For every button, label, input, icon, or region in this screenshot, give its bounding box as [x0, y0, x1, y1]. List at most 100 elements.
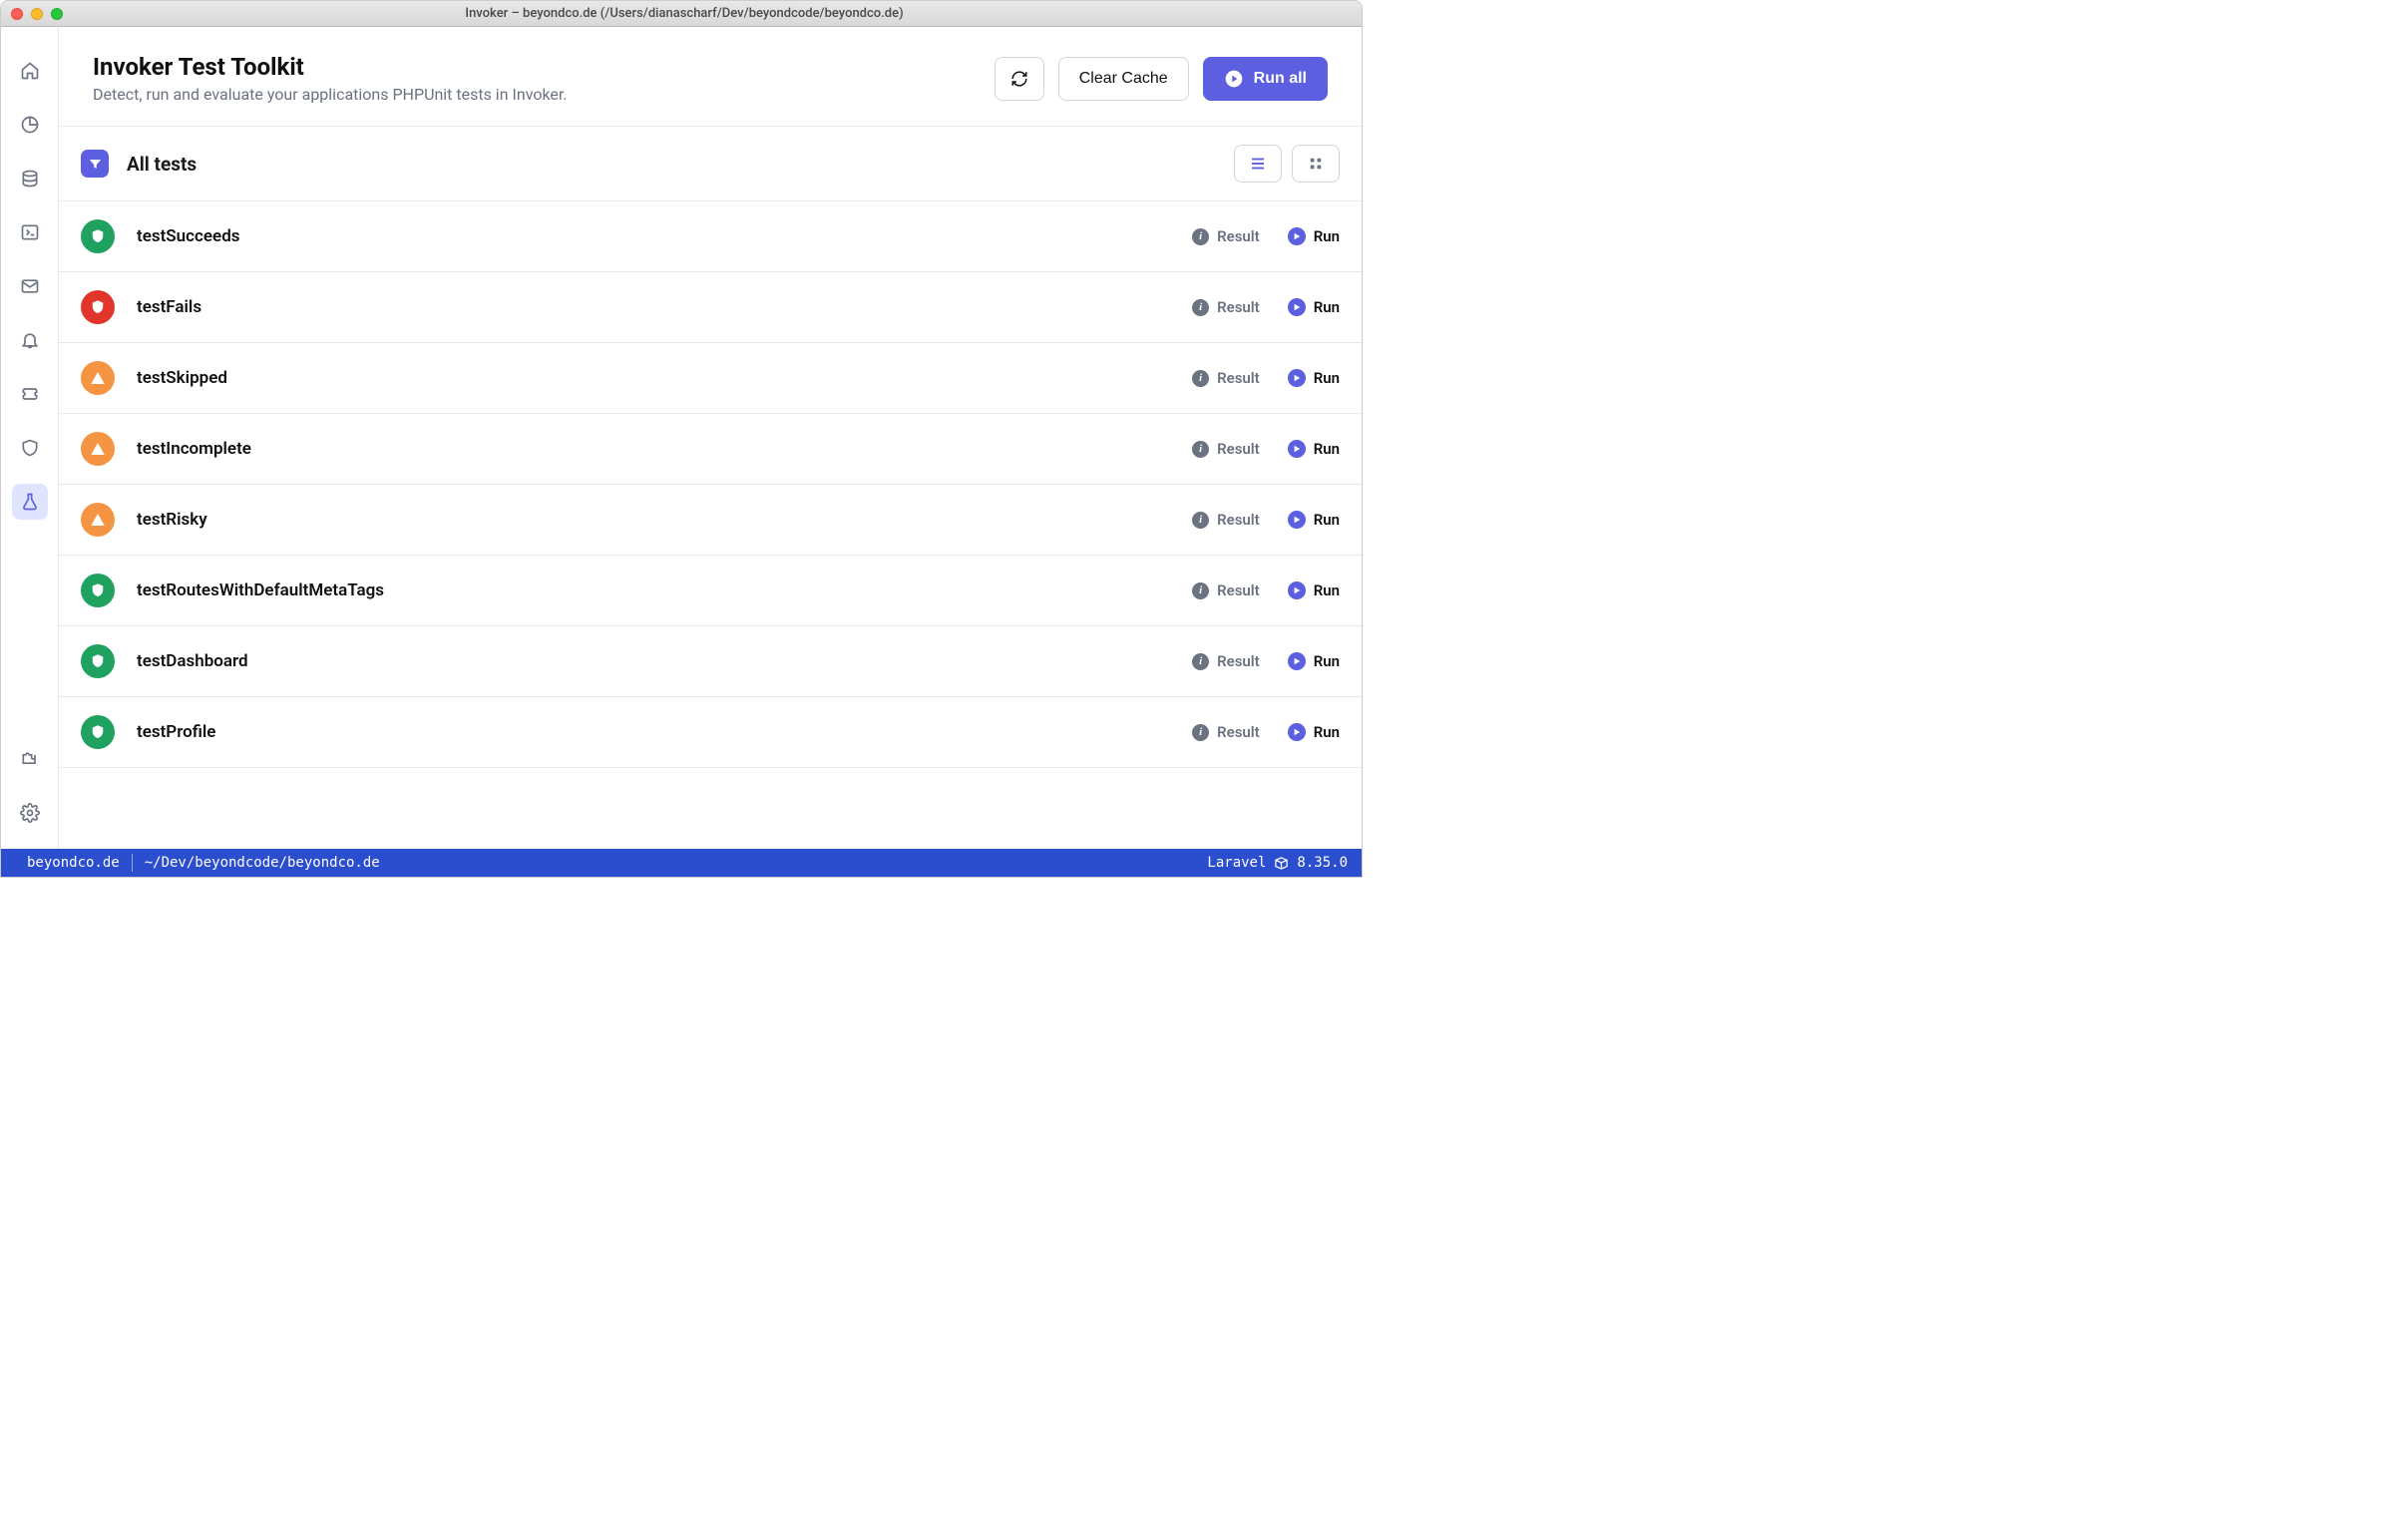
result-button[interactable]: i Result: [1192, 440, 1260, 458]
bell-icon: [20, 330, 40, 350]
result-button[interactable]: i Result: [1192, 511, 1260, 529]
run-label: Run: [1314, 369, 1340, 387]
window-minimize-button[interactable]: [31, 8, 43, 20]
terminal-icon: [20, 222, 40, 242]
clear-cache-button[interactable]: Clear Cache: [1058, 57, 1189, 101]
run-button[interactable]: Run: [1288, 652, 1340, 670]
page-subtitle: Detect, run and evaluate your applicatio…: [93, 85, 995, 104]
result-label: Result: [1217, 581, 1260, 599]
result-label: Result: [1217, 369, 1260, 387]
result-label: Result: [1217, 652, 1260, 670]
status-project[interactable]: beyondco.de: [15, 855, 132, 871]
run-button[interactable]: Run: [1288, 440, 1340, 458]
triangle-alert-icon: [89, 369, 107, 387]
home-icon: [20, 61, 40, 81]
window-close-button[interactable]: [11, 8, 23, 20]
run-label: Run: [1314, 581, 1340, 599]
nav-notifications[interactable]: [12, 322, 48, 358]
info-icon: i: [1192, 724, 1209, 741]
test-row: testDashboard i Result Run: [59, 626, 1362, 697]
test-status-icon: [81, 361, 115, 395]
beaker-icon: [20, 492, 40, 512]
test-row: testRisky i Result Run: [59, 485, 1362, 556]
nav-home[interactable]: [12, 53, 48, 89]
status-path[interactable]: ~/Dev/beyondcode/beyondco.de: [133, 855, 392, 871]
play-icon: [1288, 511, 1306, 529]
test-name: testSucceeds: [137, 226, 1170, 246]
shield-icon: [20, 438, 40, 458]
refresh-button[interactable]: [995, 57, 1044, 101]
section-title: All tests: [127, 153, 197, 176]
play-icon: [1288, 298, 1306, 316]
test-status-icon: [81, 644, 115, 678]
run-button[interactable]: Run: [1288, 298, 1340, 316]
nav-tests[interactable]: [12, 484, 48, 520]
status-version: 8.35.0: [1297, 855, 1348, 871]
play-icon: [1288, 581, 1306, 599]
laravel-icon: [1274, 856, 1289, 871]
view-grid-button[interactable]: [1292, 145, 1340, 183]
run-button[interactable]: Run: [1288, 511, 1340, 529]
grid-icon: [1307, 155, 1325, 173]
nav-reports[interactable]: [12, 107, 48, 143]
info-icon: i: [1192, 653, 1209, 670]
refresh-icon: [1010, 70, 1028, 88]
nav-security[interactable]: [12, 430, 48, 466]
nav-plugins[interactable]: [12, 741, 48, 777]
info-icon: i: [1192, 228, 1209, 245]
test-status-icon: [81, 290, 115, 324]
run-label: Run: [1314, 227, 1340, 245]
gear-icon: [20, 803, 40, 823]
run-all-button[interactable]: Run all: [1203, 57, 1328, 101]
test-name: testSkipped: [137, 368, 1170, 388]
result-label: Result: [1217, 298, 1260, 316]
play-icon: [1224, 69, 1244, 89]
sidebar: [1, 27, 59, 849]
test-name: testDashboard: [137, 651, 1170, 671]
nav-settings[interactable]: [12, 795, 48, 831]
test-name: testIncomplete: [137, 439, 1170, 459]
result-button[interactable]: i Result: [1192, 227, 1260, 245]
test-status-icon: [81, 574, 115, 607]
shield-check-icon: [89, 581, 107, 599]
result-button[interactable]: i Result: [1192, 369, 1260, 387]
run-label: Run: [1314, 511, 1340, 529]
play-icon: [1288, 369, 1306, 387]
result-label: Result: [1217, 440, 1260, 458]
nav-database[interactable]: [12, 161, 48, 196]
info-icon: i: [1192, 582, 1209, 599]
window-title: Invoker – beyondco.de (/Users/dianaschar…: [63, 6, 1362, 21]
run-button[interactable]: Run: [1288, 723, 1340, 741]
view-list-button[interactable]: [1234, 145, 1282, 183]
mail-icon: [20, 276, 40, 296]
test-name: testRisky: [137, 510, 1170, 530]
play-icon: [1288, 652, 1306, 670]
run-label: Run: [1314, 723, 1340, 741]
run-label: Run: [1314, 298, 1340, 316]
result-label: Result: [1217, 723, 1260, 741]
test-status-icon: [81, 219, 115, 253]
nav-mail[interactable]: [12, 268, 48, 304]
shield-check-icon: [89, 227, 107, 245]
info-icon: i: [1192, 299, 1209, 316]
info-icon: i: [1192, 370, 1209, 387]
nav-tickets[interactable]: [12, 376, 48, 412]
run-button[interactable]: Run: [1288, 227, 1340, 245]
run-button[interactable]: Run: [1288, 581, 1340, 599]
page-title: Invoker Test Toolkit: [93, 53, 995, 81]
run-button[interactable]: Run: [1288, 369, 1340, 387]
result-button[interactable]: i Result: [1192, 581, 1260, 599]
result-button[interactable]: i Result: [1192, 298, 1260, 316]
puzzle-icon: [20, 749, 40, 769]
window-maximize-button[interactable]: [51, 8, 63, 20]
result-button[interactable]: i Result: [1192, 652, 1260, 670]
result-label: Result: [1217, 511, 1260, 529]
result-button[interactable]: i Result: [1192, 723, 1260, 741]
pie-chart-icon: [20, 115, 40, 135]
result-label: Result: [1217, 227, 1260, 245]
ticket-icon: [20, 384, 40, 404]
play-icon: [1288, 227, 1306, 245]
filter-button[interactable]: [81, 150, 109, 178]
nav-terminal[interactable]: [12, 214, 48, 250]
shield-alert-icon: [89, 298, 107, 316]
